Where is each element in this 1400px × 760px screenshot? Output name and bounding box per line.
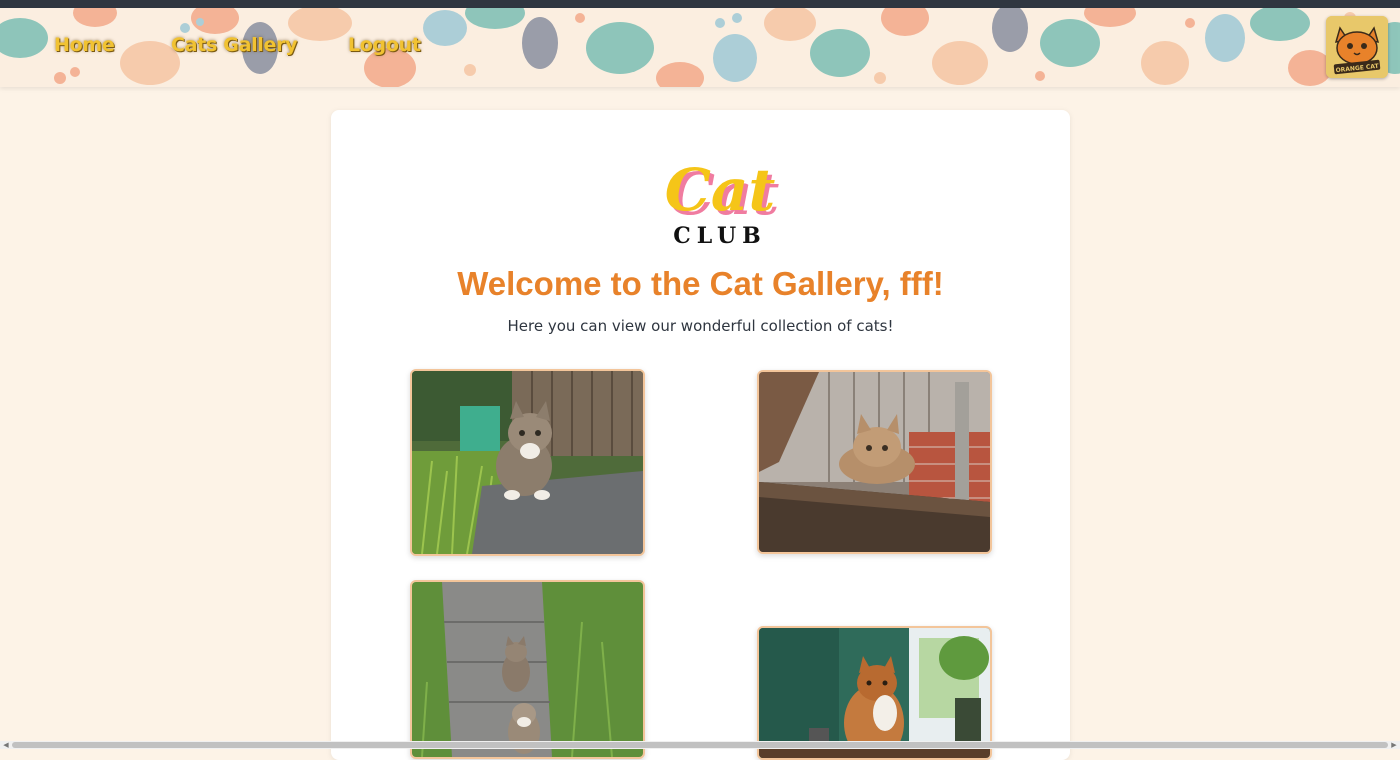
top-edge-strip	[0, 0, 1400, 8]
orange-cat-icon: ORANGE CAT	[1326, 16, 1388, 78]
cat-photo-4[interactable]	[757, 626, 992, 760]
gallery-subtitle: Here you can view our wonderful collecti…	[507, 317, 894, 335]
cat-photo-1[interactable]	[410, 369, 645, 556]
cat-club-logo: Cat Cat CLUB	[645, 140, 795, 252]
cat-photo-2[interactable]	[757, 370, 992, 554]
navbar: Home Cats Gallery Logout ORANGE CAT	[0, 8, 1400, 87]
logo-cat-word-front: Cat	[665, 156, 776, 224]
welcome-heading: Welcome to the Cat Gallery, fff!	[457, 265, 944, 302]
scroll-left-icon[interactable]: ◀	[2, 741, 10, 749]
nav-logout-link[interactable]: Logout	[348, 34, 421, 56]
scrollbar-thumb[interactable]	[12, 742, 1388, 748]
logo-club-word: CLUB	[673, 223, 767, 248]
cat-photo-3[interactable]	[410, 580, 645, 759]
scroll-right-icon[interactable]: ▶	[1390, 741, 1398, 749]
nav-cats-gallery-link[interactable]: Cats Gallery	[171, 34, 298, 56]
nav-home-link[interactable]: Home	[54, 34, 115, 56]
orange-cat-badge[interactable]: ORANGE CAT	[1326, 16, 1388, 78]
horizontal-scrollbar[interactable]: ◀ ▶	[0, 741, 1400, 749]
